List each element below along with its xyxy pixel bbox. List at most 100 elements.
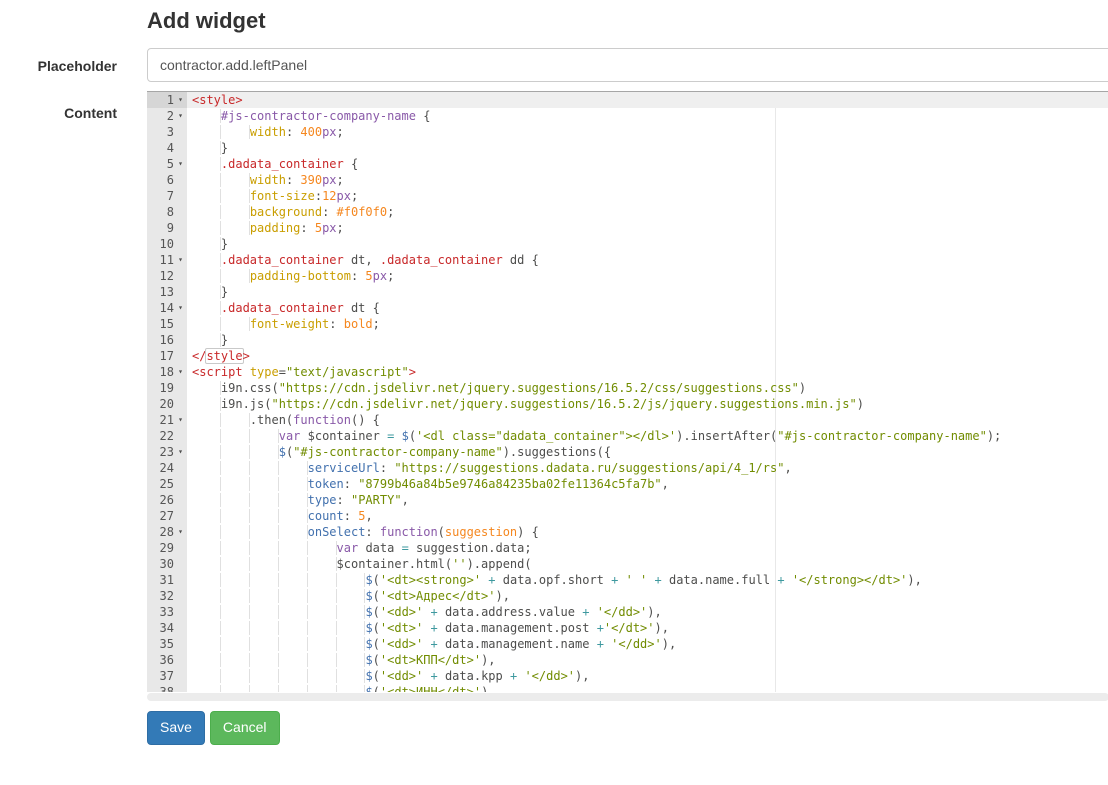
- add-widget-page: Add widget Placeholder Content 1▾2▾345▾6…: [0, 8, 1108, 785]
- cancel-button[interactable]: Cancel: [210, 711, 280, 745]
- code-line[interactable]: $('<dd>' + data.kpp + '</dd>'),: [192, 668, 1108, 684]
- line-number: 2▾: [147, 108, 187, 124]
- placeholder-form-row: Placeholder: [0, 48, 1108, 82]
- line-number: 16: [147, 332, 187, 348]
- editor-horizontal-scrollbar[interactable]: [147, 693, 1108, 701]
- line-number: 17: [147, 348, 187, 364]
- placeholder-label: Placeholder: [0, 48, 117, 74]
- line-number: 15: [147, 316, 187, 332]
- line-number: 30: [147, 556, 187, 572]
- editor-code-area[interactable]: <style> #js-contractor-company-name { wi…: [187, 92, 1108, 692]
- code-line[interactable]: font-weight: bold;: [192, 316, 1108, 332]
- code-line[interactable]: $container.html('').append(: [192, 556, 1108, 572]
- content-label: Content: [0, 91, 117, 121]
- line-number: 7: [147, 188, 187, 204]
- code-line[interactable]: }: [192, 140, 1108, 156]
- code-line[interactable]: background: #f0f0f0;: [192, 204, 1108, 220]
- line-number: 4: [147, 140, 187, 156]
- code-line[interactable]: .then(function() {: [192, 412, 1108, 428]
- line-number: 9: [147, 220, 187, 236]
- code-line[interactable]: </style>: [192, 348, 1108, 364]
- line-number: 32: [147, 588, 187, 604]
- code-line[interactable]: serviceUrl: "https://suggestions.dadata.…: [192, 460, 1108, 476]
- code-line[interactable]: $('<dt>ИНН</dt>'),: [192, 684, 1108, 692]
- chevron-down-icon[interactable]: ▾: [174, 156, 187, 172]
- line-number: 21▾: [147, 412, 187, 428]
- line-number: 10: [147, 236, 187, 252]
- editor-gutter: 1▾2▾345▾67891011▾121314▾15161718▾192021▾…: [147, 92, 187, 692]
- line-number: 33: [147, 604, 187, 620]
- editor-body[interactable]: 1▾2▾345▾67891011▾121314▾15161718▾192021▾…: [147, 92, 1108, 692]
- line-number: 20: [147, 396, 187, 412]
- chevron-down-icon[interactable]: ▾: [174, 92, 187, 108]
- code-line[interactable]: i9n.js("https://cdn.jsdelivr.net/jquery.…: [192, 396, 1108, 412]
- chevron-down-icon[interactable]: ▾: [174, 252, 187, 268]
- code-line[interactable]: $('<dt>КПП</dt>'),: [192, 652, 1108, 668]
- line-number: 36: [147, 652, 187, 668]
- line-number: 5▾: [147, 156, 187, 172]
- chevron-down-icon[interactable]: ▾: [174, 108, 187, 124]
- code-line[interactable]: i9n.css("https://cdn.jsdelivr.net/jquery…: [192, 380, 1108, 396]
- code-line[interactable]: $('<dt>Адрес</dt>'),: [192, 588, 1108, 604]
- line-number: 11▾: [147, 252, 187, 268]
- line-number: 1▾: [147, 92, 187, 108]
- line-number: 19: [147, 380, 187, 396]
- line-number: 31: [147, 572, 187, 588]
- line-number: 12: [147, 268, 187, 284]
- line-number: 35: [147, 636, 187, 652]
- form-actions: Save Cancel: [147, 711, 1108, 745]
- line-number: 14▾: [147, 300, 187, 316]
- code-line[interactable]: <style>: [187, 92, 1108, 108]
- code-line[interactable]: <script type="text/javascript">: [192, 364, 1108, 380]
- line-number: 34: [147, 620, 187, 636]
- content-form-row: Content 1▾2▾345▾67891011▾121314▾15161718…: [0, 91, 1108, 701]
- code-line[interactable]: var $container = $('<dl class="dadata_co…: [192, 428, 1108, 444]
- code-line[interactable]: }: [192, 332, 1108, 348]
- chevron-down-icon[interactable]: ▾: [174, 412, 187, 428]
- code-line[interactable]: $("#js-contractor-company-name").suggest…: [192, 444, 1108, 460]
- code-line[interactable]: font-size:12px;: [192, 188, 1108, 204]
- chevron-down-icon[interactable]: ▾: [174, 300, 187, 316]
- line-number: 25: [147, 476, 187, 492]
- line-number: 23▾: [147, 444, 187, 460]
- code-line[interactable]: padding: 5px;: [192, 220, 1108, 236]
- code-line[interactable]: .dadata_container {: [192, 156, 1108, 172]
- code-line[interactable]: var data = suggestion.data;: [192, 540, 1108, 556]
- code-line[interactable]: $('<dt><strong>' + data.opf.short + ' ' …: [192, 572, 1108, 588]
- chevron-down-icon[interactable]: ▾: [174, 524, 187, 540]
- line-number: 28▾: [147, 524, 187, 540]
- placeholder-input[interactable]: [147, 48, 1108, 82]
- line-number: 37: [147, 668, 187, 684]
- line-number: 27: [147, 508, 187, 524]
- save-button[interactable]: Save: [147, 711, 205, 745]
- chevron-down-icon[interactable]: ▾: [174, 364, 187, 380]
- code-line[interactable]: padding-bottom: 5px;: [192, 268, 1108, 284]
- page-title: Add widget: [147, 8, 1108, 34]
- code-line[interactable]: onSelect: function(suggestion) {: [192, 524, 1108, 540]
- line-number: 26: [147, 492, 187, 508]
- code-line[interactable]: }: [192, 236, 1108, 252]
- line-number: 3: [147, 124, 187, 140]
- line-number: 24: [147, 460, 187, 476]
- code-line[interactable]: #js-contractor-company-name {: [192, 108, 1108, 124]
- line-number: 29: [147, 540, 187, 556]
- code-line[interactable]: $('<dt>' + data.management.post +'</dt>'…: [192, 620, 1108, 636]
- chevron-down-icon[interactable]: ▾: [174, 444, 187, 460]
- code-line[interactable]: count: 5,: [192, 508, 1108, 524]
- code-line[interactable]: $('<dd>' + data.management.name + '</dd>…: [192, 636, 1108, 652]
- line-number: 38: [147, 684, 187, 692]
- line-number: 6: [147, 172, 187, 188]
- code-line[interactable]: .dadata_container dt, .dadata_container …: [192, 252, 1108, 268]
- code-line[interactable]: $('<dd>' + data.address.value + '</dd>')…: [192, 604, 1108, 620]
- code-line[interactable]: type: "PARTY",: [192, 492, 1108, 508]
- code-line[interactable]: token: "8799b46a84b5e9746a84235ba02fe113…: [192, 476, 1108, 492]
- code-line[interactable]: .dadata_container dt {: [192, 300, 1108, 316]
- code-line[interactable]: }: [192, 284, 1108, 300]
- line-number: 22: [147, 428, 187, 444]
- line-number: 18▾: [147, 364, 187, 380]
- line-number: 13: [147, 284, 187, 300]
- content-code-editor[interactable]: 1▾2▾345▾67891011▾121314▾15161718▾192021▾…: [147, 91, 1108, 701]
- code-line[interactable]: width: 390px;: [192, 172, 1108, 188]
- line-number: 8: [147, 204, 187, 220]
- code-line[interactable]: width: 400px;: [192, 124, 1108, 140]
